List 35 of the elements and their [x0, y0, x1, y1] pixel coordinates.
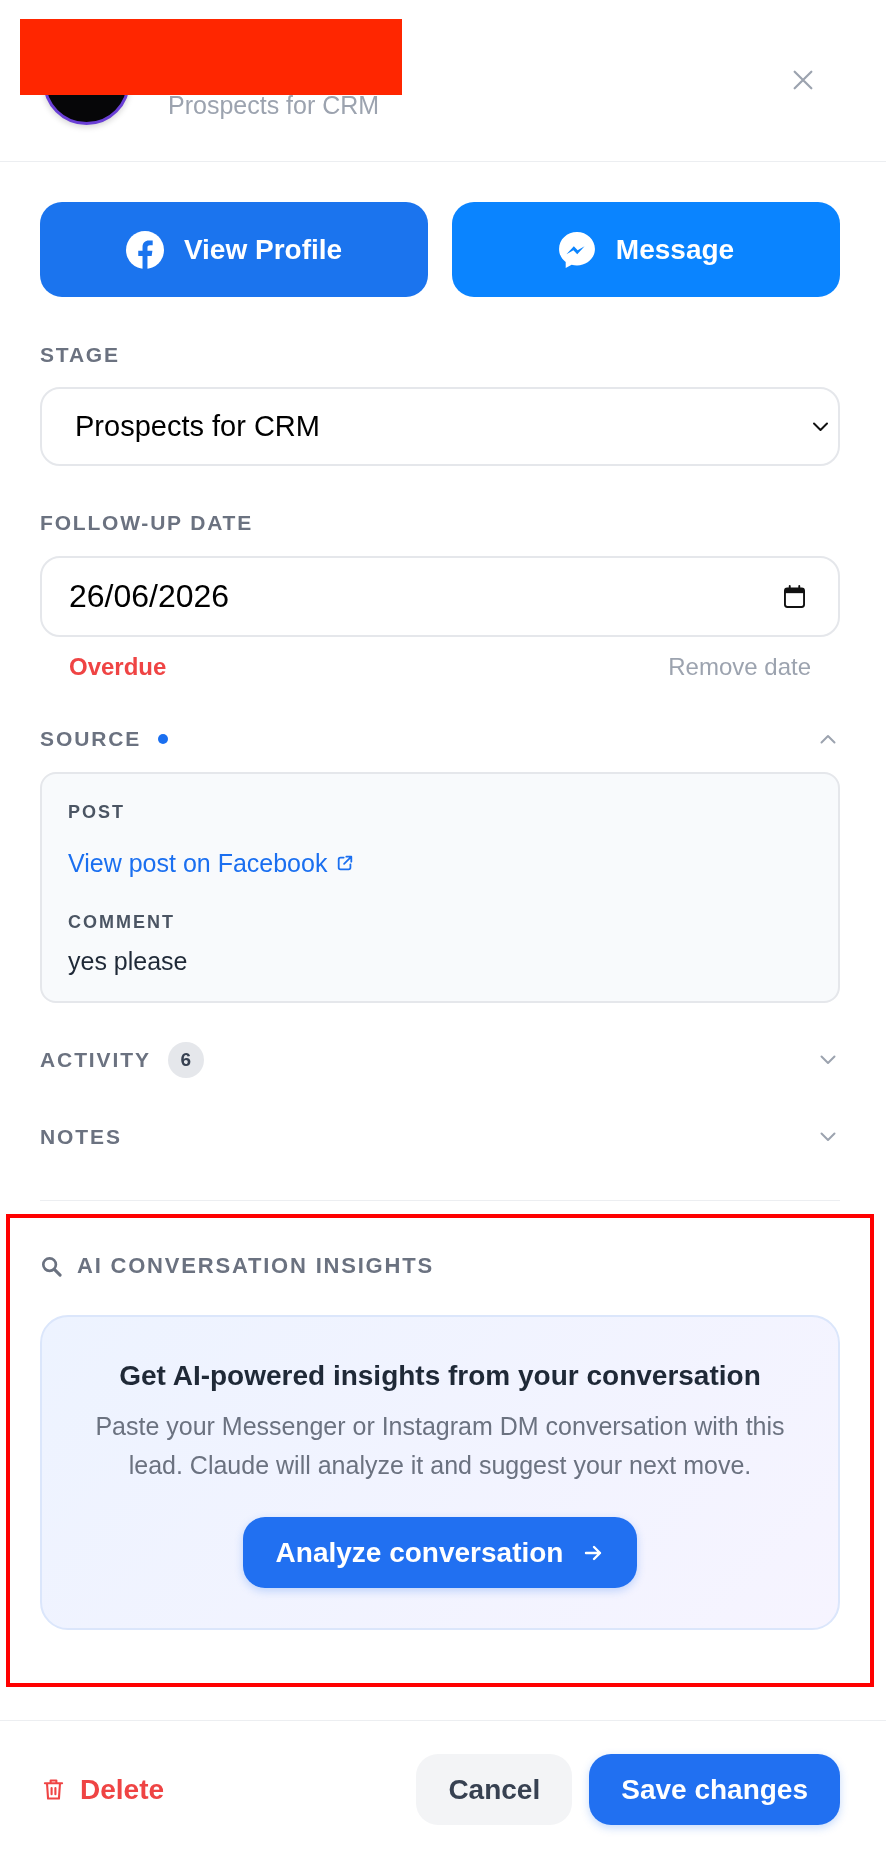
facebook-icon [125, 230, 164, 269]
field-label: STAGE [40, 343, 121, 367]
search-icon [41, 1255, 62, 1277]
delete-button[interactable]: Delete [43, 1773, 165, 1806]
card-description: Paste your Messenger or Instagram DM conversation with this lead. Claude will analyze it and suggest your next move. [94, 1411, 786, 1481]
close-icon[interactable] [793, 70, 813, 90]
section-title: AI CONVERSATION INSIGHTS [77, 1254, 434, 1278]
trash-icon [43, 1778, 64, 1801]
external-link-icon [336, 854, 355, 872]
stage-select[interactable]: Prospects for CRM [40, 387, 840, 466]
chevron-up-icon[interactable] [820, 734, 836, 744]
remove-date-link[interactable]: Remove date [668, 653, 811, 681]
section-title: ACTIVITY [40, 1048, 151, 1072]
lead-subtitle: Prospects for CRM [168, 90, 381, 120]
messenger-icon [557, 230, 596, 269]
overdue-status: Overdue [69, 653, 167, 681]
card-heading: Get AI-powered insights from your conversation [119, 1360, 761, 1392]
cancel-button[interactable]: Cancel [416, 1754, 573, 1825]
field-label: FOLLOW-UP DATE [40, 511, 254, 535]
chevron-down-icon [812, 421, 829, 432]
calendar-icon[interactable] [784, 585, 805, 608]
section-title: SOURCE [40, 727, 142, 751]
view-profile-button[interactable]: View Profile [40, 202, 428, 297]
section-title: NOTES [40, 1125, 122, 1149]
field-label: COMMENT [68, 911, 176, 933]
chevron-down-icon[interactable] [820, 1132, 836, 1142]
post-link[interactable]: View post on Facebook [68, 849, 355, 877]
message-button[interactable]: Message [452, 202, 840, 297]
chevron-down-icon[interactable] [820, 1055, 836, 1065]
count-badge: 6 [167, 1042, 204, 1078]
analyze-button[interactable]: Analyze conversation [242, 1517, 638, 1588]
date-field[interactable]: 26/06/2026 [40, 556, 840, 637]
save-button[interactable]: Save changes [589, 1754, 840, 1825]
field-label: POST [68, 801, 126, 823]
comment-text: yes please [68, 947, 189, 975]
